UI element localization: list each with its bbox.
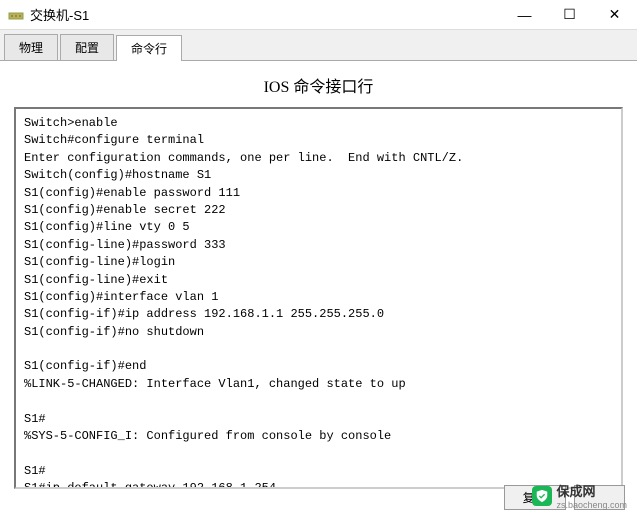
content-area: IOS 命令接口行 Switch>enable Switch#configure… [0, 61, 637, 501]
terminal-container: Switch>enable Switch#configure terminal … [14, 107, 623, 489]
maximize-button[interactable]: ☐ [547, 0, 592, 30]
app-icon [8, 7, 24, 23]
watermark-name: 保成网 [556, 481, 627, 500]
window-title: 交换机-S1 [30, 5, 502, 24]
window-controls: — ☐ ✕ [502, 0, 637, 30]
minimize-button[interactable]: — [502, 0, 547, 30]
watermark-text: 保成网 zs.baocheng.com [556, 481, 627, 510]
cli-heading: IOS 命令接口行 [14, 73, 623, 97]
close-button[interactable]: ✕ [592, 0, 637, 30]
watermark-url: zs.baocheng.com [556, 500, 627, 510]
tab-config[interactable]: 配置 [60, 34, 114, 60]
shield-icon [532, 486, 552, 506]
terminal-output[interactable]: Switch>enable Switch#configure terminal … [14, 107, 623, 489]
tab-cli[interactable]: 命令行 [116, 35, 182, 61]
watermark: 保成网 zs.baocheng.com [532, 481, 627, 510]
tab-bar: 物理 配置 命令行 [0, 30, 637, 61]
tab-physical[interactable]: 物理 [4, 34, 58, 60]
titlebar: 交换机-S1 — ☐ ✕ [0, 0, 637, 30]
